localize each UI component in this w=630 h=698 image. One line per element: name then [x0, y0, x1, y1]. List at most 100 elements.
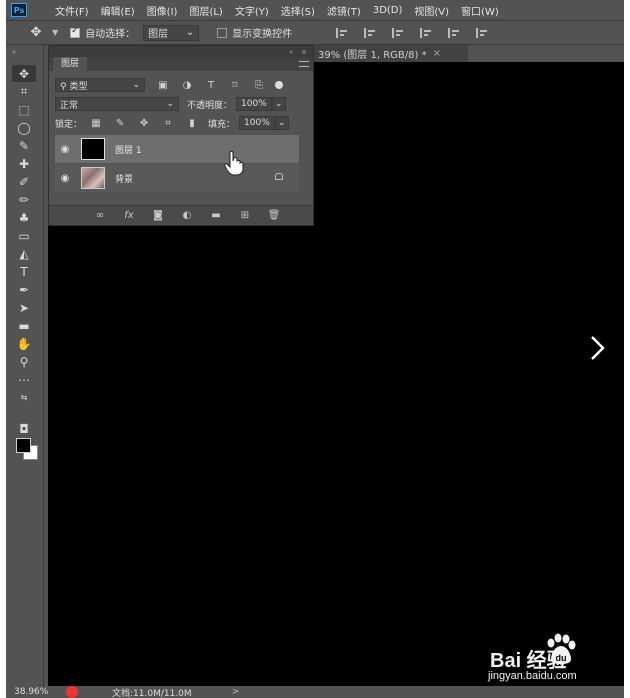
move-tool-icon[interactable]: ✥ [12, 65, 36, 82]
new-group-icon[interactable]: ▬ [209, 210, 223, 221]
align-top-icon[interactable] [420, 27, 432, 38]
link-layers-icon[interactable]: ∞ [93, 210, 107, 221]
delete-layer-icon[interactable]: 🗑 [267, 210, 281, 221]
fill-label: 填充： [208, 119, 236, 130]
filter-smart-object-icon[interactable]: ⎘ [253, 80, 265, 91]
hand-tool-icon[interactable]: ✋ [12, 335, 36, 352]
blend-row: 正常 ⌄ 不透明度： 100% ⌄ [55, 97, 287, 111]
document-tab[interactable]: 39% (图层 1, RGB/8) * × [314, 45, 468, 62]
status-menu-arrow[interactable]: > [232, 687, 240, 697]
swap-colors-icon[interactable]: ⇆ [12, 389, 36, 406]
lock-artboard-icon[interactable]: ⌗ [162, 118, 174, 129]
filter-kind-value: 类型 [69, 81, 88, 92]
type-tool-icon[interactable]: T [12, 263, 36, 280]
panel-close-icon[interactable]: × [301, 48, 307, 56]
lock-position-icon[interactable]: ✥ [138, 118, 150, 129]
chevron-down-icon: ⌄ [185, 27, 195, 38]
lock-image-icon[interactable]: ✎ [114, 118, 126, 129]
path-select-tool-icon[interactable]: ➤ [12, 299, 36, 316]
fill-dropdown[interactable]: ⌄ [275, 116, 290, 130]
marquee-tool-icon[interactable]: ⬚ [12, 101, 36, 118]
filter-pixel-icon[interactable]: ▣ [157, 80, 169, 91]
filter-type-icon[interactable]: T [205, 80, 217, 91]
filter-adjustment-icon[interactable]: ◑ [181, 80, 193, 91]
paint-bucket-tool-icon[interactable]: ◭ [12, 245, 36, 262]
align-hcenter-icon[interactable] [364, 27, 376, 38]
tool-bar: » ✥ ⌗ ⬚ ◯ ✎ ✚ ✐ ✏ ♣ ▭ ◭ T ✒ ➤ ▬ ✋ ⚲ ⋯ ⇆ … [6, 45, 44, 698]
menu-view[interactable]: 视图(V) [414, 3, 449, 18]
show-transform-label: 显示变换控件 [232, 29, 293, 40]
panel-tabs: 图层 [49, 57, 313, 71]
fill-value: 100% [244, 118, 270, 128]
new-layer-icon[interactable]: ⊞ [238, 210, 252, 221]
crop-tool-icon[interactable]: ⌗ [12, 83, 36, 100]
document-tab-title: 39% (图层 1, RGB/8) * [318, 50, 427, 61]
lasso-tool-icon[interactable]: ◯ [12, 119, 36, 136]
layer-name[interactable]: 背景 [115, 172, 133, 185]
layer-name[interactable]: 图层 1 [115, 143, 142, 156]
panel-collapse-icon[interactable]: « [289, 48, 293, 56]
panel-menu-icon[interactable] [299, 61, 309, 67]
filter-toggle-icon[interactable] [275, 81, 283, 89]
options-bar: ✥ ▼ 自动选择： 图层 ⌄ 显示变换控件 [6, 20, 624, 45]
opacity-field[interactable]: 100% [236, 97, 273, 111]
menu-edit[interactable]: 编辑(E) [101, 3, 135, 18]
layers-panel-footer: ∞ fx ◙ ◐ ▬ ⊞ 🗑 [49, 205, 313, 225]
lock-all-icon[interactable]: ▮ [186, 118, 198, 129]
align-vcenter-icon[interactable] [448, 27, 460, 38]
tab-layers[interactable]: 图层 [53, 57, 88, 71]
chevron-right-icon[interactable] [584, 333, 608, 363]
quick-mask-icon[interactable]: ◘ [12, 420, 36, 437]
tool-preset-caret-icon[interactable]: ▼ [52, 28, 58, 37]
foreground-color-swatch[interactable] [16, 438, 31, 453]
eyedropper-tool-icon[interactable]: ✐ [12, 173, 36, 190]
filter-shape-icon[interactable]: ⌑ [229, 80, 241, 91]
add-mask-icon[interactable]: ◙ [151, 210, 165, 221]
layer-row-background[interactable]: ◉ 背景 [55, 164, 299, 192]
chevron-down-icon: ⌄ [278, 118, 286, 128]
blend-mode-dropdown[interactable]: 正常 ⌄ [55, 97, 179, 111]
menu-filter[interactable]: 滤镜(T) [327, 3, 361, 18]
pen-tool-icon[interactable]: ✒ [12, 281, 36, 298]
menu-layer[interactable]: 图层(L) [189, 3, 222, 18]
chevron-down-icon: ⌄ [132, 80, 140, 90]
menu-image[interactable]: 图像(I) [147, 3, 178, 18]
align-right-icon[interactable] [392, 27, 404, 38]
fill-field[interactable]: 100% [239, 116, 276, 130]
align-left-icon[interactable] [336, 27, 348, 38]
stamp-tool-icon[interactable]: ♣ [12, 209, 36, 226]
brush-tool-icon[interactable]: ✏ [12, 191, 36, 208]
zoom-level[interactable]: 38.96% [14, 687, 62, 697]
zoom-tool-icon[interactable]: ⚲ [12, 353, 36, 370]
filter-row: ⚲ 类型 ⌄ ▣ ◑ T ⌑ ⎘ [55, 78, 283, 92]
quick-select-tool-icon[interactable]: ✎ [12, 137, 36, 154]
auto-select-checkbox[interactable] [70, 26, 81, 38]
adjustment-layer-icon[interactable]: ◐ [180, 210, 194, 221]
menu-type[interactable]: 文字(Y) [235, 3, 269, 18]
menu-3d[interactable]: 3D(D) [373, 5, 403, 16]
rectangle-tool-icon[interactable]: ▬ [12, 317, 36, 334]
align-bottom-icon[interactable] [476, 27, 488, 38]
move-tool-icon[interactable]: ✥ [26, 25, 46, 40]
fx-icon[interactable]: fx [122, 210, 136, 221]
menu-file[interactable]: 文件(F) [55, 3, 89, 18]
menu-select[interactable]: 选择(S) [281, 3, 315, 18]
close-icon[interactable]: × [433, 48, 441, 59]
opacity-dropdown[interactable]: ⌄ [272, 97, 287, 111]
toolbar-collapse-icon[interactable]: » [12, 48, 16, 56]
more-tools-icon[interactable]: ⋯ [12, 371, 36, 388]
layer-row-layer1[interactable]: ◉ 图层 1 [55, 135, 299, 163]
eye-icon[interactable]: ◉ [55, 173, 75, 184]
eye-icon[interactable]: ◉ [55, 144, 75, 155]
eraser-tool-icon[interactable]: ▭ [12, 227, 36, 244]
healing-brush-tool-icon[interactable]: ✚ [12, 155, 36, 172]
lock-transparency-icon[interactable]: ▦ [90, 118, 102, 129]
filter-kind-dropdown[interactable]: ⚲ 类型 ⌄ [55, 78, 145, 92]
show-transform-checkbox[interactable] [217, 27, 228, 38]
opacity-label: 不透明度： [187, 100, 233, 111]
auto-select-target-dropdown[interactable]: 图层 ⌄ [143, 24, 200, 41]
chevron-down-icon: ⌄ [275, 99, 283, 109]
watermark-url: jingyan.baidu.com [488, 670, 577, 682]
svg-text:du: du [556, 653, 567, 663]
menu-window[interactable]: 窗口(W) [461, 3, 499, 18]
